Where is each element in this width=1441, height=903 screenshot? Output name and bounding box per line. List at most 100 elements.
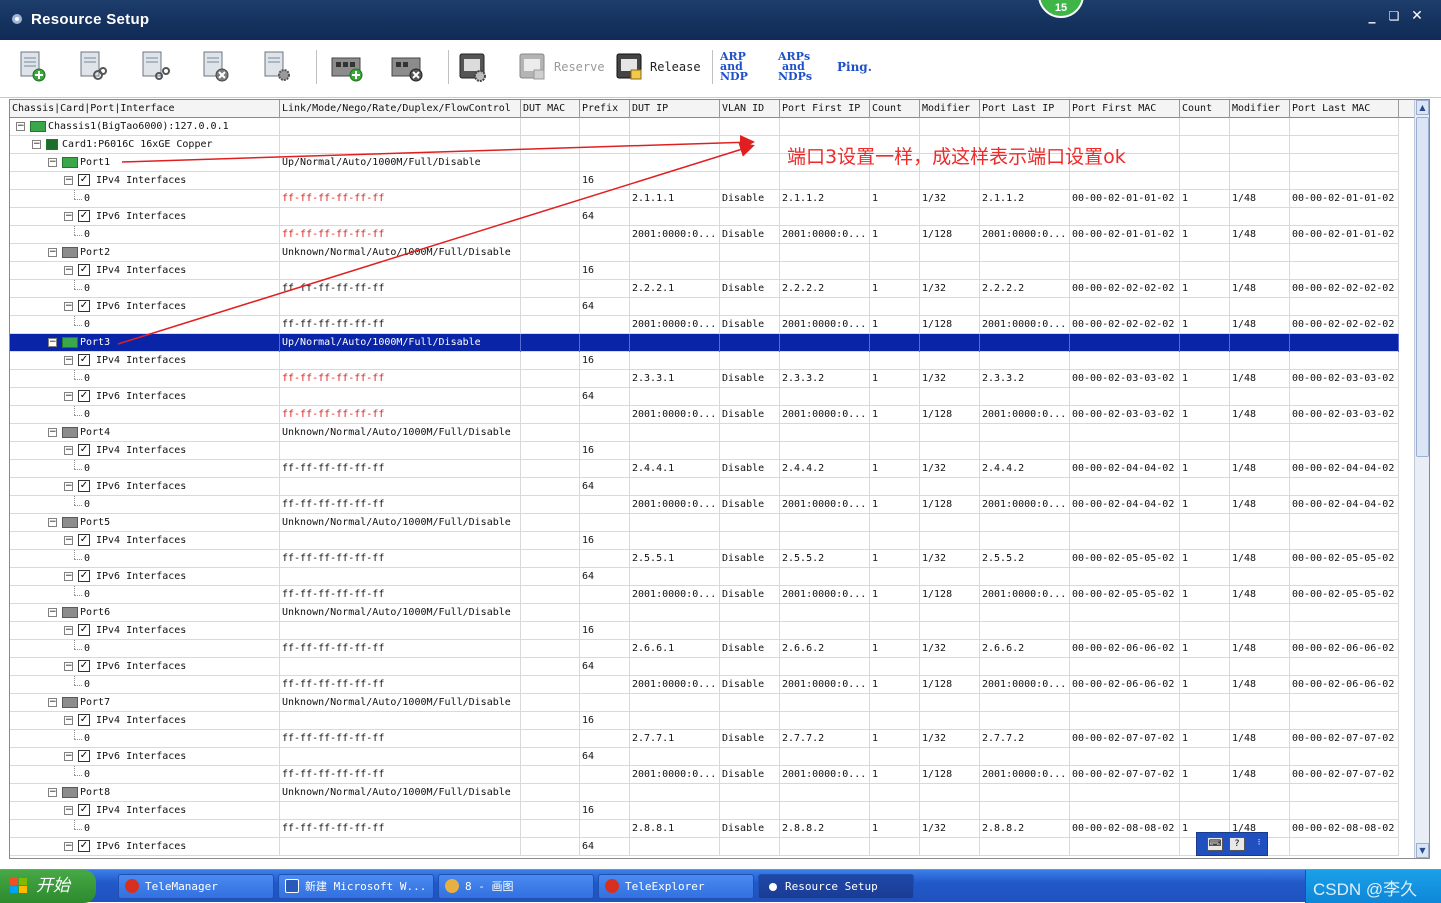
tree-row-iface[interactable]: 64 − ✓ IPv6 Interfaces — [10, 478, 1399, 496]
collapse-toggle-icon[interactable]: − — [64, 842, 73, 851]
close-button[interactable]: ✕ — [1406, 6, 1428, 26]
ime-menu-icon[interactable]: ⁝ — [1251, 837, 1267, 851]
tree-row-addr[interactable]: ff-ff-ff-ff-ff-ff 2001:0000:0... Disable 20… — [10, 316, 1399, 334]
tree-row-iface[interactable]: 16 − ✓ IPv4 Interfaces — [10, 442, 1399, 460]
reserve-button[interactable]: Reserve — [518, 50, 608, 86]
task-resource-setup[interactable]: Resource Setup — [758, 874, 914, 899]
interface-checkbox[interactable]: ✓ — [78, 444, 90, 456]
tree-row-port[interactable]: Unknown/Normal/Auto/1000M/Full/Disable − P… — [10, 424, 1399, 442]
notification-badge[interactable]: 15 — [1038, 0, 1084, 18]
collapse-toggle-icon[interactable]: − — [64, 752, 73, 761]
interface-checkbox[interactable]: ✓ — [78, 804, 90, 816]
collapse-toggle-icon[interactable]: − — [48, 158, 57, 167]
collapse-toggle-icon[interactable]: − — [64, 482, 73, 491]
collapse-toggle-icon[interactable]: − — [48, 608, 57, 617]
remove-resource-button[interactable] — [201, 50, 233, 86]
interface-checkbox[interactable]: ✓ — [78, 354, 90, 366]
interface-checkbox[interactable]: ✓ — [78, 174, 90, 186]
tree-row-addr[interactable]: ff-ff-ff-ff-ff-ff 2001:0000:0... Disable 20… — [10, 676, 1399, 694]
tree-row-iface[interactable]: 16 − ✓ IPv4 Interfaces — [10, 622, 1399, 640]
grid-cell[interactable] — [10, 226, 280, 244]
collapse-toggle-icon[interactable]: − — [48, 698, 57, 707]
title-bar[interactable]: Resource Setup 15 _ ❏ ✕ — [0, 0, 1441, 40]
interface-checkbox[interactable]: ✓ — [78, 750, 90, 762]
resource-settings-button[interactable] — [262, 50, 294, 86]
grid-cell[interactable] — [10, 676, 280, 694]
start-button[interactable]: 开始 — [0, 870, 96, 903]
tree-row-addr[interactable]: ff-ff-ff-ff-ff-ff 2.1.1.1 Disable 2.1.1.2 1 1… — [10, 190, 1399, 208]
tree-row-addr[interactable]: ff-ff-ff-ff-ff-ff 2001:0000:0... Disable 20… — [10, 226, 1399, 244]
tree-row-iface[interactable]: 16 − ✓ IPv4 Interfaces — [10, 802, 1399, 820]
task-word[interactable]: 新建 Microsoft W... — [278, 874, 434, 899]
column-header[interactable]: DUT MAC — [521, 100, 580, 118]
grid-cell[interactable] — [10, 460, 280, 478]
collapse-toggle-icon[interactable]: − — [16, 122, 25, 131]
tree-row-addr[interactable]: ff-ff-ff-ff-ff-ff 2001:0000:0... Disable 20… — [10, 586, 1399, 604]
tree-row-port[interactable]: Up/Normal/Auto/1000M/Full/Disable − Port3 — [10, 334, 1399, 352]
tree-row-chassis[interactable]: − Chassis1(BigTao6000):127.0.0.1 — [10, 118, 1399, 136]
task-telemanager[interactable]: TeleManager — [118, 874, 274, 899]
collapse-toggle-icon[interactable]: − — [64, 302, 73, 311]
column-header[interactable]: Modifier — [920, 100, 980, 118]
tree-row-iface[interactable]: 16 − ✓ IPv4 Interfaces — [10, 532, 1399, 550]
tree-row-iface[interactable]: 64 − ✓ IPv6 Interfaces — [10, 568, 1399, 586]
tree-row-addr[interactable]: ff-ff-ff-ff-ff-ff 2.8.8.1 Disable 2.8.8.2 1 1… — [10, 820, 1399, 838]
column-header[interactable]: VLAN ID — [720, 100, 780, 118]
scroll-down-icon[interactable]: ▼ — [1416, 843, 1429, 858]
collapse-toggle-icon[interactable]: − — [48, 338, 57, 347]
tree-row-port[interactable]: Unknown/Normal/Auto/1000M/Full/Disable − P… — [10, 604, 1399, 622]
grid-cell[interactable] — [10, 496, 280, 514]
grid-cell[interactable] — [10, 766, 280, 784]
interface-checkbox[interactable]: ✓ — [78, 624, 90, 636]
ime-toolbar[interactable]: ⌨ ? ⁝ — [1196, 832, 1268, 856]
add-resource-button[interactable] — [18, 50, 50, 86]
vertical-scrollbar[interactable]: ▲ ▼ — [1414, 100, 1429, 858]
help-icon[interactable]: ? — [1229, 837, 1245, 851]
scroll-up-icon[interactable]: ▲ — [1416, 100, 1429, 115]
tree-row-iface[interactable]: 64 − ✓ IPv6 Interfaces — [10, 658, 1399, 676]
grid-cell[interactable] — [10, 280, 280, 298]
tree-row-addr[interactable]: ff-ff-ff-ff-ff-ff 2.7.7.1 Disable 2.7.7.2 1 1… — [10, 730, 1399, 748]
tree-row-iface[interactable]: 16 − ✓ IPv4 Interfaces — [10, 172, 1399, 190]
collapse-toggle-icon[interactable]: − — [64, 212, 73, 221]
tree-row-iface[interactable]: 64 − ✓ IPv6 Interfaces — [10, 208, 1399, 226]
grid-cell[interactable] — [10, 550, 280, 568]
interface-checkbox[interactable]: ✓ — [78, 714, 90, 726]
column-header[interactable]: Port Last IP — [980, 100, 1070, 118]
interface-checkbox[interactable]: ✓ — [78, 840, 90, 852]
tree-row-iface[interactable]: 64 − ✓ IPv6 Interfaces — [10, 298, 1399, 316]
collapse-toggle-icon[interactable]: − — [48, 518, 57, 527]
scroll-thumb[interactable] — [1416, 117, 1429, 457]
interface-checkbox[interactable]: ✓ — [78, 390, 90, 402]
grid-cell[interactable] — [10, 190, 280, 208]
arps-ndps-button[interactable]: ARPs and NDPs — [778, 51, 812, 82]
tree-row-addr[interactable]: ff-ff-ff-ff-ff-ff 2.6.6.1 Disable 2.6.6.2 1 1… — [10, 640, 1399, 658]
tree-row-port[interactable]: Up/Normal/Auto/1000M/Full/Disable − Port1 — [10, 154, 1399, 172]
tree-row-iface[interactable]: 16 − ✓ IPv4 Interfaces — [10, 712, 1399, 730]
tree-row-iface[interactable]: 64 − ✓ IPv6 Interfaces — [10, 388, 1399, 406]
grid-cell[interactable] — [10, 586, 280, 604]
column-header[interactable]: Port First MAC — [1070, 100, 1180, 118]
disconnect-resource-button[interactable] — [140, 50, 172, 86]
grid-cell[interactable] — [10, 640, 280, 658]
interface-checkbox[interactable]: ✓ — [78, 570, 90, 582]
collapse-toggle-icon[interactable]: − — [64, 662, 73, 671]
arp-ndp-button[interactable]: ARP and NDP — [720, 51, 748, 82]
collapse-toggle-icon[interactable]: − — [64, 716, 73, 725]
tree-row-port[interactable]: Unknown/Normal/Auto/1000M/Full/Disable − P… — [10, 514, 1399, 532]
tree-row-addr[interactable]: ff-ff-ff-ff-ff-ff 2.3.3.1 Disable 2.3.3.2 1 1… — [10, 370, 1399, 388]
tree-row-card[interactable]: − Card1:P6016C 16xGE Copper — [10, 136, 1399, 154]
tree-row-port[interactable]: Unknown/Normal/Auto/1000M/Full/Disable − P… — [10, 694, 1399, 712]
interface-checkbox[interactable]: ✓ — [78, 264, 90, 276]
collapse-toggle-icon[interactable]: − — [64, 572, 73, 581]
column-header[interactable]: Prefix — [580, 100, 630, 118]
add-card-button[interactable] — [330, 50, 364, 86]
interface-checkbox[interactable]: ✓ — [78, 480, 90, 492]
column-header[interactable]: Count — [870, 100, 920, 118]
restore-button[interactable]: ❏ — [1383, 6, 1405, 26]
tree-row-addr[interactable]: ff-ff-ff-ff-ff-ff 2.5.5.1 Disable 2.5.5.2 1 1… — [10, 550, 1399, 568]
collapse-toggle-icon[interactable]: − — [64, 806, 73, 815]
tree-row-addr[interactable]: ff-ff-ff-ff-ff-ff 2001:0000:0... Disable 20… — [10, 766, 1399, 784]
collapse-toggle-icon[interactable]: − — [64, 392, 73, 401]
interface-checkbox[interactable]: ✓ — [78, 660, 90, 672]
